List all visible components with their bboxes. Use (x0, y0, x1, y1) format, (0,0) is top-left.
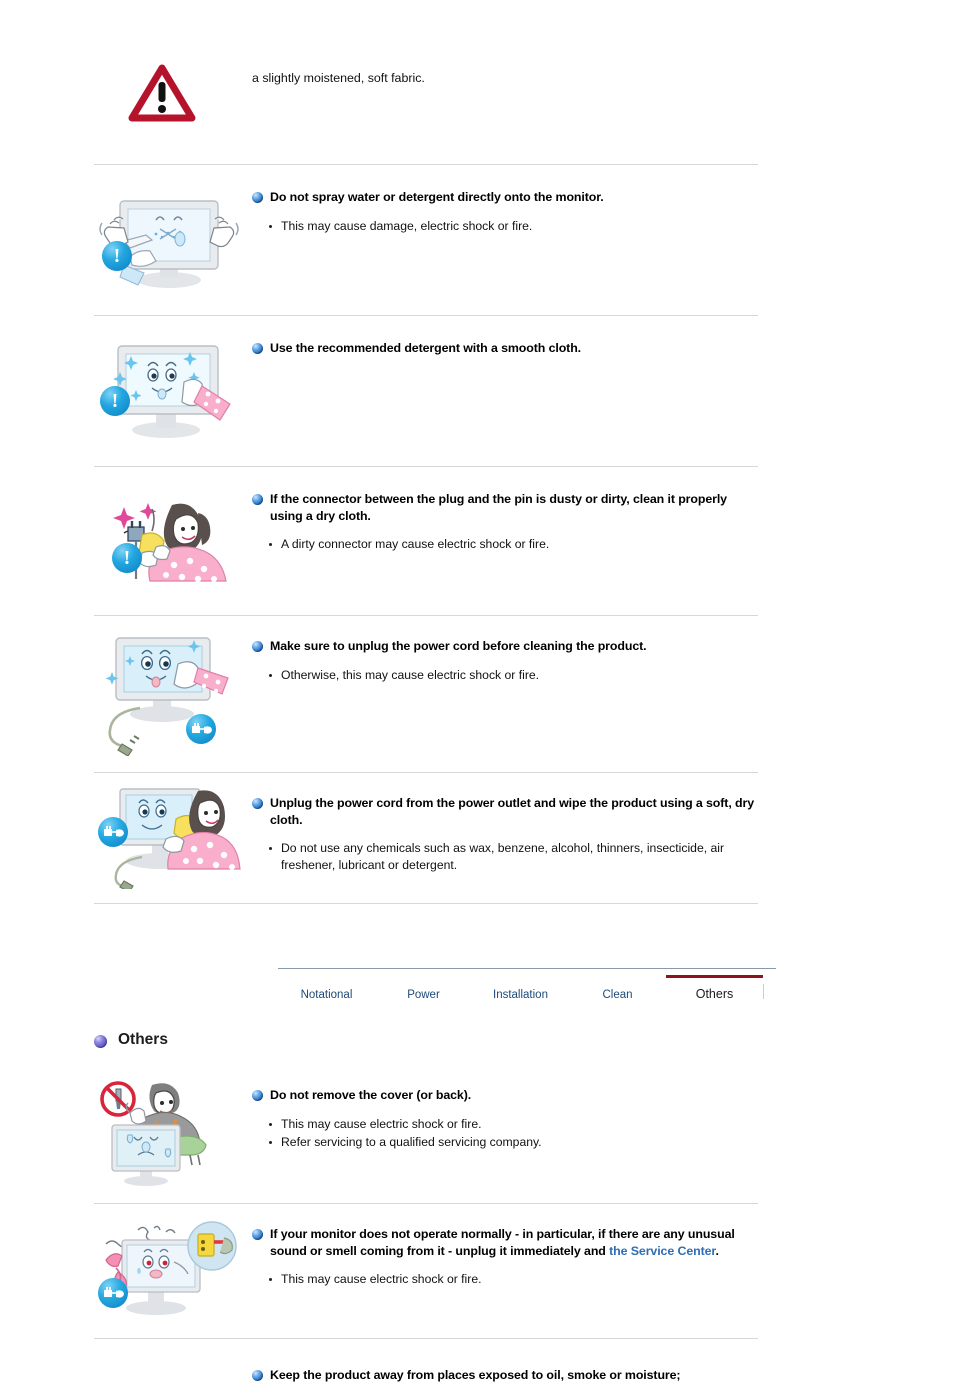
body-cell: Do not remove the cover (or back). This … (244, 1077, 758, 1152)
item-heading: Use the recommended detergent with a smo… (252, 340, 758, 357)
unplug-badge-icon (186, 714, 216, 744)
exclamation-badge-icon: ! (100, 386, 130, 416)
list-item: This may cause damage, electric shock or… (252, 218, 758, 235)
figure-cell (94, 1216, 244, 1320)
clean-item-connector: ! If the connector between the plug and … (0, 467, 954, 616)
content-row: Make sure to unplug the power cord befor… (0, 616, 954, 756)
item-bullet-list: Otherwise, this may cause electric shock… (252, 667, 758, 684)
content-row: Unplug the power cord from the power out… (0, 773, 954, 889)
page-title: Others (0, 1031, 954, 1049)
figure-cell (94, 628, 244, 756)
monitor-smoke-phone-illustration (94, 1216, 244, 1320)
intro-section: a slightly moistened, soft fabric. (0, 0, 954, 165)
blue-sphere-bullet-icon (252, 343, 263, 354)
item-heading: Make sure to unplug the power cord befor… (252, 638, 758, 655)
item-bullet-list: This may cause damage, electric shock or… (252, 218, 758, 235)
blue-sphere-bullet-icon (252, 641, 263, 652)
tab-power[interactable]: Power (375, 978, 472, 1005)
list-item: Otherwise, this may cause electric shock… (252, 667, 758, 684)
blue-sphere-bullet-icon (252, 1229, 263, 1240)
blue-sphere-bullet-icon (252, 1370, 263, 1381)
safety-instructions-page: a slightly moistened, soft fabric. ! Do … (0, 0, 954, 1382)
body-cell: Make sure to unplug the power cord befor… (244, 628, 758, 685)
intro-row: a slightly moistened, soft fabric. (0, 0, 954, 130)
tab-notational[interactable]: Notational (278, 978, 375, 1005)
item-heading: If your monitor does not operate normall… (252, 1226, 758, 1259)
list-item: A dirty connector may cause electric sho… (252, 536, 758, 553)
others-item-abnormal: If your monitor does not operate normall… (0, 1204, 954, 1339)
purple-sphere-bullet-icon (94, 1035, 107, 1048)
section-tabbar: Notational Power Installation Clean Othe… (0, 968, 954, 1005)
clean-item-detergent: ! Use the recommended detergent with a s… (0, 316, 954, 467)
figure-cell: ! (94, 330, 244, 448)
body-cell: Use the recommended detergent with a smo… (244, 330, 758, 357)
intro-figure (94, 58, 244, 130)
list-item: This may cause electric shock or fire. (252, 1271, 758, 1288)
exclamation-badge-icon: ! (102, 241, 132, 271)
clean-item-unplug-before: Make sure to unplug the power cord befor… (0, 616, 954, 773)
warning-triangle-icon (94, 58, 244, 130)
content-row: Keep the product away from places expose… (0, 1339, 954, 1384)
content-row: Do not remove the cover (or back). This … (0, 1073, 954, 1187)
others-item-cover: Do not remove the cover (or back). This … (0, 1073, 954, 1204)
body-cell: Unplug the power cord from the power out… (244, 785, 758, 875)
list-item: Refer servicing to a qualified servicing… (252, 1134, 758, 1151)
figure-cell: ! (94, 481, 244, 599)
content-row: ! If the connector between the plug and … (0, 467, 954, 599)
monitor-wipe-cloth-illustration: ! (94, 330, 244, 448)
unplug-badge-icon (98, 817, 128, 847)
others-item-oil-smoke: Keep the product away from places expose… (0, 1339, 954, 1384)
content-row: ! Use the recommended detergent with a s… (0, 316, 954, 448)
clean-item-spray: ! Do not spray water or detergent direct… (0, 165, 954, 316)
item-heading: Do not remove the cover (or back). (252, 1087, 758, 1104)
body-cell: If your monitor does not operate normall… (244, 1216, 758, 1289)
service-center-link[interactable]: the Service Center (609, 1244, 715, 1258)
item-bullet-list: A dirty connector may cause electric sho… (252, 536, 758, 553)
tab-others[interactable]: Others (666, 975, 763, 1005)
clean-item-unplug-outlet: Unplug the power cord from the power out… (0, 773, 954, 904)
tab-clean[interactable]: Clean (569, 978, 666, 1005)
blue-sphere-bullet-icon (252, 192, 263, 203)
intro-text: a slightly moistened, soft fabric. (252, 71, 425, 85)
figure-cell (94, 1077, 244, 1187)
item-heading: If the connector between the plug and th… (252, 491, 758, 524)
item-bullet-list: This may cause electric shock or fire. (252, 1271, 758, 1288)
unplug-badge-icon (98, 1278, 128, 1308)
figure-cell (94, 785, 244, 889)
tab-installation[interactable]: Installation (472, 978, 569, 1005)
item-heading: Do not spray water or detergent directly… (252, 189, 758, 206)
body-cell: Keep the product away from places expose… (244, 1367, 758, 1384)
content-row: If your monitor does not operate normall… (0, 1204, 954, 1320)
heading-text-part2: . (715, 1243, 719, 1258)
list-item: This may cause electric shock or fire. (252, 1116, 758, 1133)
blue-sphere-bullet-icon (252, 798, 263, 809)
content-row: ! Do not spray water or detergent direct… (0, 165, 954, 297)
woman-cleaning-plug-illustration: ! (94, 481, 244, 599)
woman-wiping-monitor-illustration (94, 785, 244, 889)
body-cell: Do not spray water or detergent directly… (244, 179, 758, 236)
monitor-spray-illustration: ! (94, 179, 244, 297)
item-heading: Unplug the power cord from the power out… (252, 795, 758, 828)
item-heading: Keep the product away from places expose… (252, 1367, 758, 1384)
exclamation-badge-icon: ! (112, 543, 142, 573)
monitor-unplug-wipe-illustration (94, 628, 244, 756)
item-bullet-list: This may cause electric shock or fire. R… (252, 1116, 758, 1151)
tab-list: Notational Power Installation Clean Othe… (278, 968, 776, 1005)
no-screwdriver-technician-illustration (94, 1077, 244, 1187)
tab-divider (763, 984, 776, 999)
divider (94, 903, 758, 904)
body-cell: If the connector between the plug and th… (244, 481, 758, 554)
blue-sphere-bullet-icon (252, 1090, 263, 1101)
section-title-text: Others (118, 1031, 168, 1048)
figure-cell: ! (94, 179, 244, 297)
blue-sphere-bullet-icon (252, 494, 263, 505)
list-item: Do not use any chemicals such as wax, be… (252, 840, 751, 874)
item-bullet-list: Do not use any chemicals such as wax, be… (252, 840, 758, 874)
intro-body: a slightly moistened, soft fabric. (244, 58, 758, 87)
